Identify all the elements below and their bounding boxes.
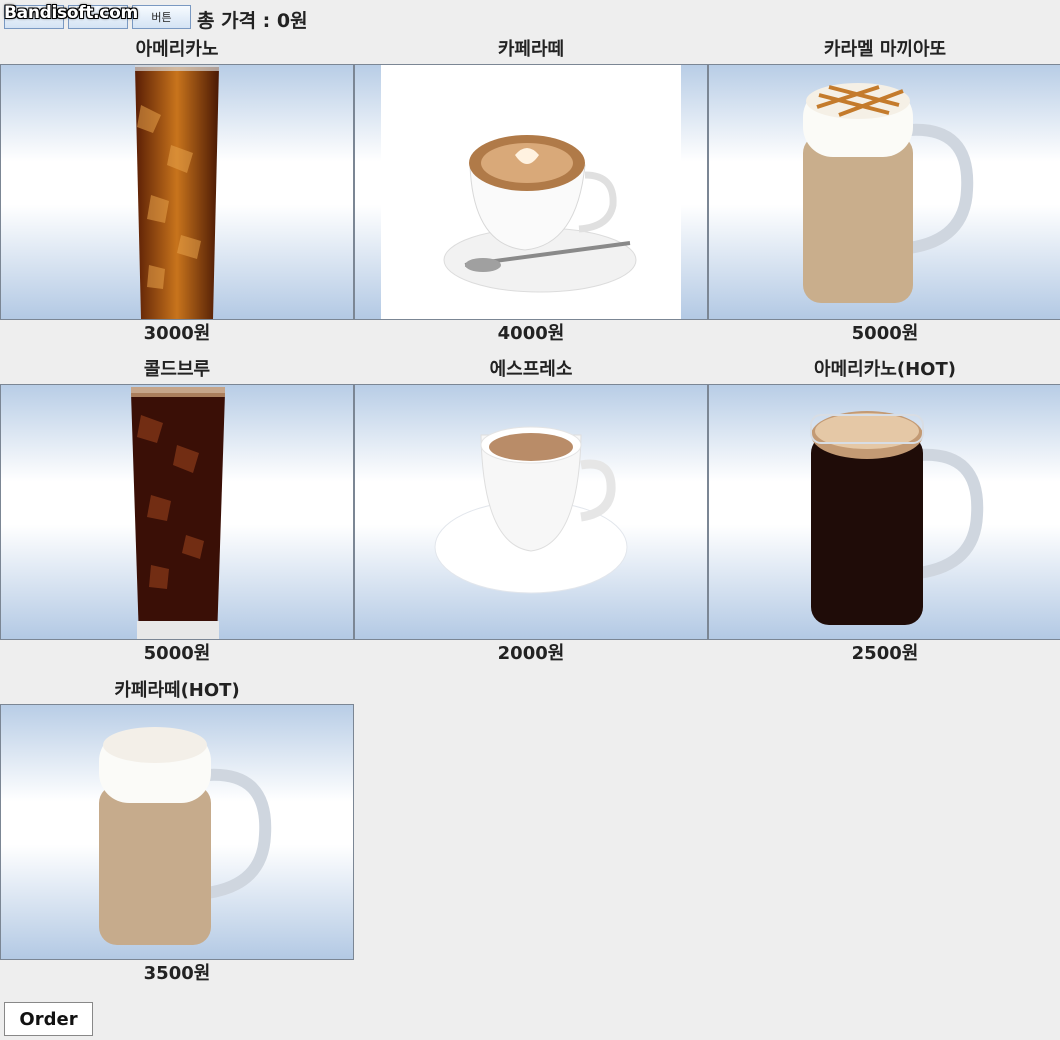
menu-item-latte[interactable] bbox=[354, 64, 708, 320]
menu-name-latte-hot: 카페라떼(HOT) bbox=[114, 680, 240, 701]
menu-price-caramel-macchiato: 5000원 bbox=[851, 323, 919, 344]
cafe-latte-image bbox=[381, 65, 681, 319]
menu-price-americano: 3000원 bbox=[143, 323, 211, 344]
menu-item-espresso[interactable] bbox=[354, 384, 708, 640]
espresso-image bbox=[434, 426, 628, 594]
watermark-logo: Bandisoft.com bbox=[4, 3, 138, 23]
menu-name-caramel-macchiato: 카라멜 마끼아또 bbox=[823, 39, 947, 60]
menu-item-americano[interactable] bbox=[0, 64, 354, 320]
menu-item-americano-hot[interactable] bbox=[708, 384, 1060, 640]
total-price-label: 총 가격 : 0원 bbox=[197, 10, 308, 32]
hot-americano-image bbox=[810, 411, 984, 625]
iced-americano-image bbox=[135, 65, 219, 319]
menu-price-americano-hot: 2500원 bbox=[851, 643, 919, 664]
menu-name-americano-hot: 아메리카노(HOT) bbox=[814, 359, 956, 380]
cold-brew-image bbox=[131, 387, 225, 639]
menu-name-cold-brew: 콜드브루 bbox=[143, 359, 211, 380]
menu-price-latte-hot: 3500원 bbox=[143, 963, 211, 984]
menu-name-espresso: 에스프레소 bbox=[489, 359, 573, 380]
menu-name-latte: 카페라떼 bbox=[497, 39, 565, 60]
caramel-macchiato-image bbox=[803, 83, 974, 303]
menu-price-latte: 4000원 bbox=[497, 323, 565, 344]
hot-latte-image bbox=[99, 727, 272, 945]
menu-item-caramel-macchiato[interactable] bbox=[708, 64, 1060, 320]
menu-price-espresso: 2000원 bbox=[497, 643, 565, 664]
menu-item-latte-hot[interactable] bbox=[0, 704, 354, 960]
menu-item-cold-brew[interactable] bbox=[0, 384, 354, 640]
order-button[interactable]: Order bbox=[4, 1002, 93, 1036]
toolbar-button-3[interactable]: 버튼 bbox=[132, 5, 191, 29]
menu-name-americano: 아메리카노 bbox=[135, 39, 219, 60]
menu-price-cold-brew: 5000원 bbox=[143, 643, 211, 664]
